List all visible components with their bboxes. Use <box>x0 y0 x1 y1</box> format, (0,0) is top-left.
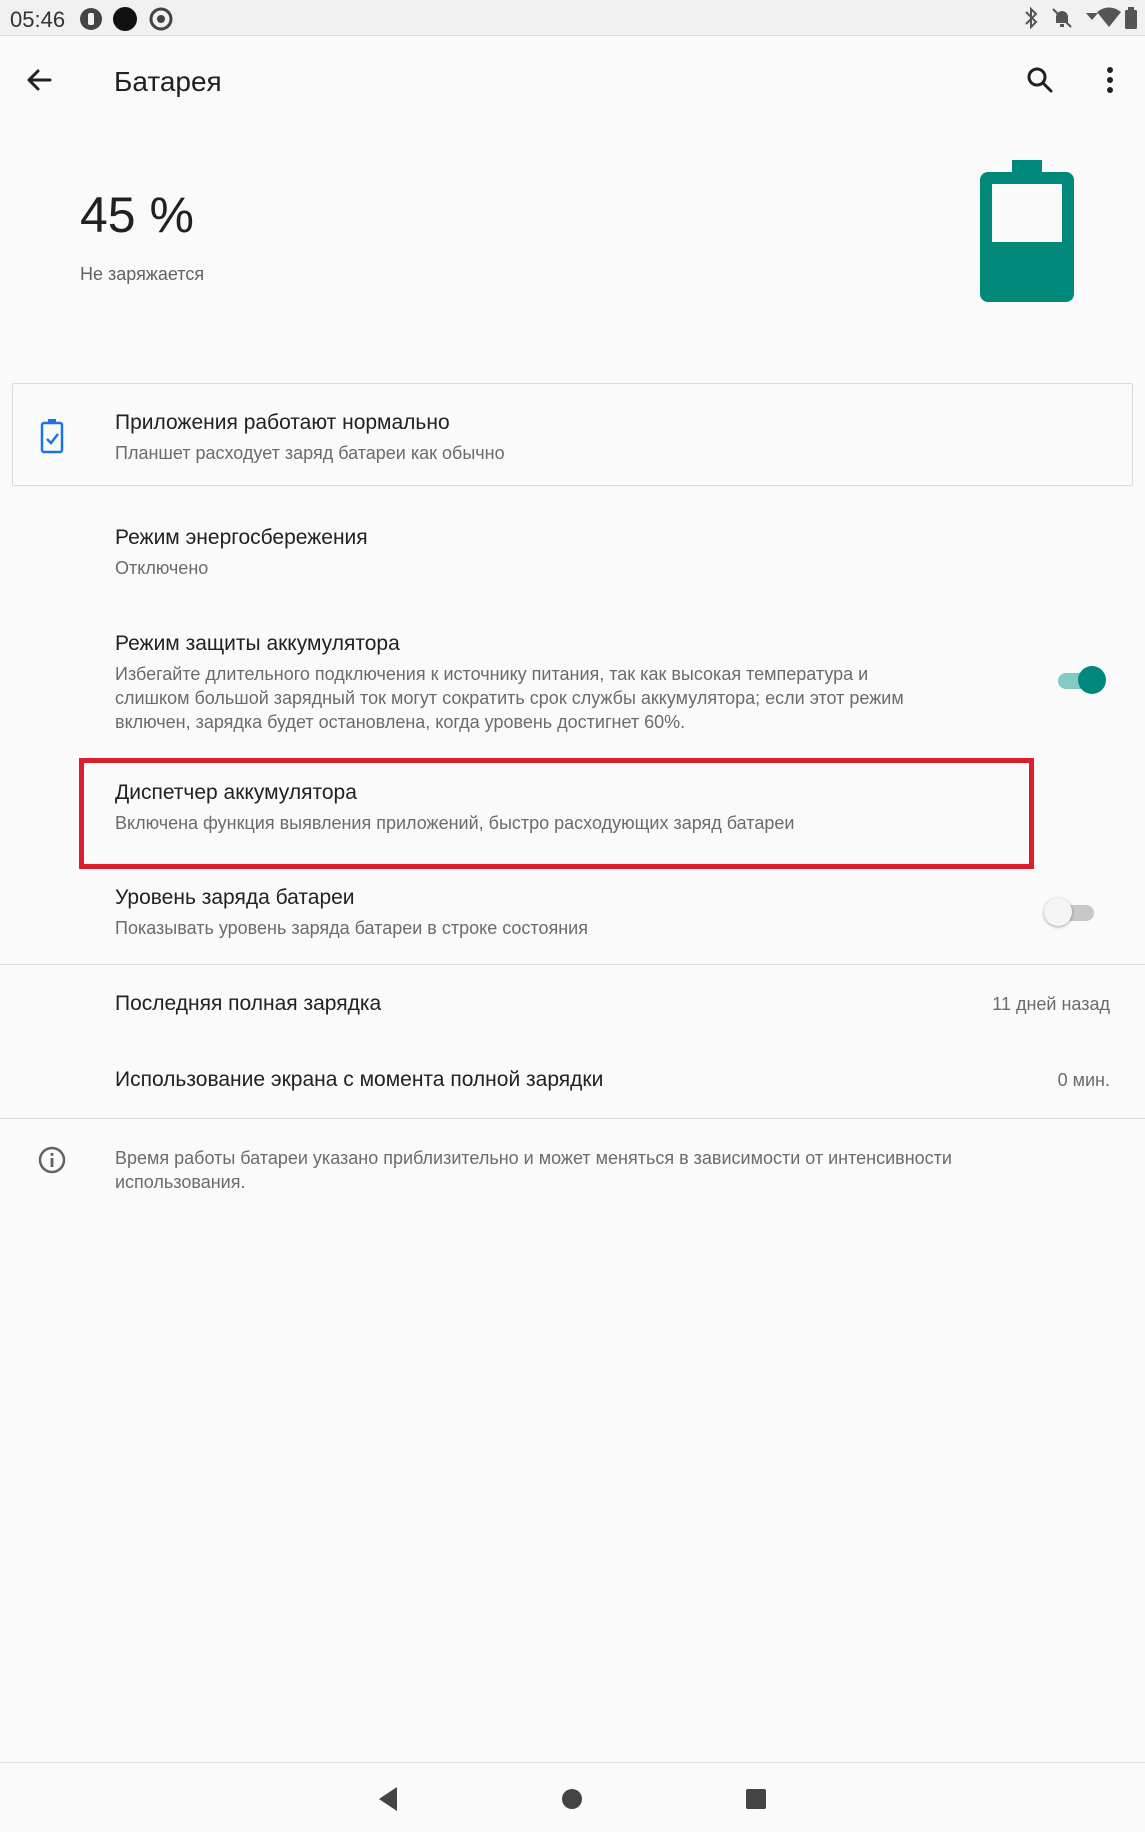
footer-note-line-1: Время работы батареи указано приблизител… <box>115 1148 952 1168</box>
page-title: Батарея <box>114 66 222 97</box>
navigation-bar <box>0 1762 1145 1832</box>
battery-manager-subtitle: Включена функция выявления приложений, б… <box>115 813 795 833</box>
battery-percentage-title: Уровень заряда батареи <box>115 886 355 909</box>
nav-recents-icon <box>746 1789 766 1809</box>
nav-home-icon <box>562 1789 582 1809</box>
toggle-knob <box>1078 666 1106 694</box>
battery-protection-subtitle-line-1: Избегайте длительного подключения к исто… <box>115 664 869 684</box>
arrow-left-icon <box>27 69 52 91</box>
tip-card[interactable]: Приложения работают нормально Планшет ра… <box>12 383 1133 486</box>
footer-note: Время работы батареи указано приблизител… <box>0 1130 1145 1210</box>
tip-title: Приложения работают нормально <box>115 411 450 434</box>
info-icon <box>38 1146 66 1174</box>
nav-back-button[interactable] <box>366 1777 410 1821</box>
sync-icon <box>149 7 173 31</box>
screen-usage-item[interactable]: Использование экрана с момента полной за… <box>0 1048 1145 1114</box>
more-options-button[interactable] <box>1090 60 1130 100</box>
power-saving-item[interactable]: Режим энергосбережения Отключено <box>0 510 1145 610</box>
battery-protection-toggle[interactable] <box>1054 664 1110 696</box>
battery-protection-subtitle-line-2: слишком большой зарядный ток могут сокра… <box>115 688 904 708</box>
circle-icon <box>113 7 137 31</box>
battery-protection-title: Режим защиты аккумулятора <box>115 632 400 655</box>
back-button[interactable] <box>20 60 60 100</box>
divider <box>0 1118 1145 1119</box>
screen-usage-label: Использование экрана с момента полной за… <box>115 1068 604 1091</box>
bluetooth-icon <box>1025 6 1038 30</box>
battery-manager-title: Диспетчер аккумулятора <box>115 781 357 804</box>
last-full-charge-label: Последняя полная зарядка <box>115 992 382 1015</box>
battery-percentage-item[interactable]: Уровень заряда батареи Показывать уровен… <box>0 872 1145 962</box>
footer-note-line-2: использования. <box>115 1172 246 1192</box>
battery-header: 45 % Не заряжается <box>0 126 1145 372</box>
battery-check-icon <box>40 419 64 454</box>
power-saving-subtitle: Отключено <box>115 558 209 578</box>
dnd-off-icon <box>1052 8 1072 28</box>
search-icon <box>1027 67 1053 93</box>
tip-subtitle: Планшет расходует заряд батареи как обыч… <box>115 443 505 463</box>
status-bar: 05:46 <box>0 0 1145 36</box>
battery-manager-item[interactable]: Диспетчер аккумулятора Включена функция … <box>0 765 1145 863</box>
last-full-charge-item[interactable]: Последняя полная зарядка 11 дней назад <box>0 972 1145 1038</box>
charging-status: Не заряжается <box>80 264 205 284</box>
toggle-knob <box>1044 898 1072 926</box>
divider <box>0 964 1145 965</box>
app-bar: Батарея <box>0 36 1145 126</box>
battery-percentage-toggle[interactable] <box>1044 896 1100 928</box>
nav-recents-button[interactable] <box>734 1777 778 1821</box>
battery-protection-subtitle-line-3: включен, зарядка будет остановлена, когд… <box>115 712 686 732</box>
battery-level-icon <box>980 160 1074 302</box>
more-vert-icon <box>1107 67 1113 93</box>
status-time: 05:46 <box>10 7 66 32</box>
battery-protection-item[interactable]: Режим защиты аккумулятора Избегайте длит… <box>0 620 1145 750</box>
search-button[interactable] <box>1020 60 1060 100</box>
nav-home-button[interactable] <box>550 1777 594 1821</box>
last-full-charge-value: 11 дней назад <box>992 994 1110 1014</box>
screen-usage-value: 0 мин. <box>1057 1070 1110 1090</box>
wifi-icon <box>1097 7 1121 27</box>
battery-percent: 45 % <box>80 187 194 243</box>
battery-icon <box>1125 7 1137 29</box>
battery-percentage-subtitle: Показывать уровень заряда батареи в стро… <box>115 918 588 938</box>
power-saving-title: Режим энергосбережения <box>115 526 368 549</box>
notification-icon <box>80 8 102 30</box>
nav-back-icon <box>379 1787 397 1811</box>
